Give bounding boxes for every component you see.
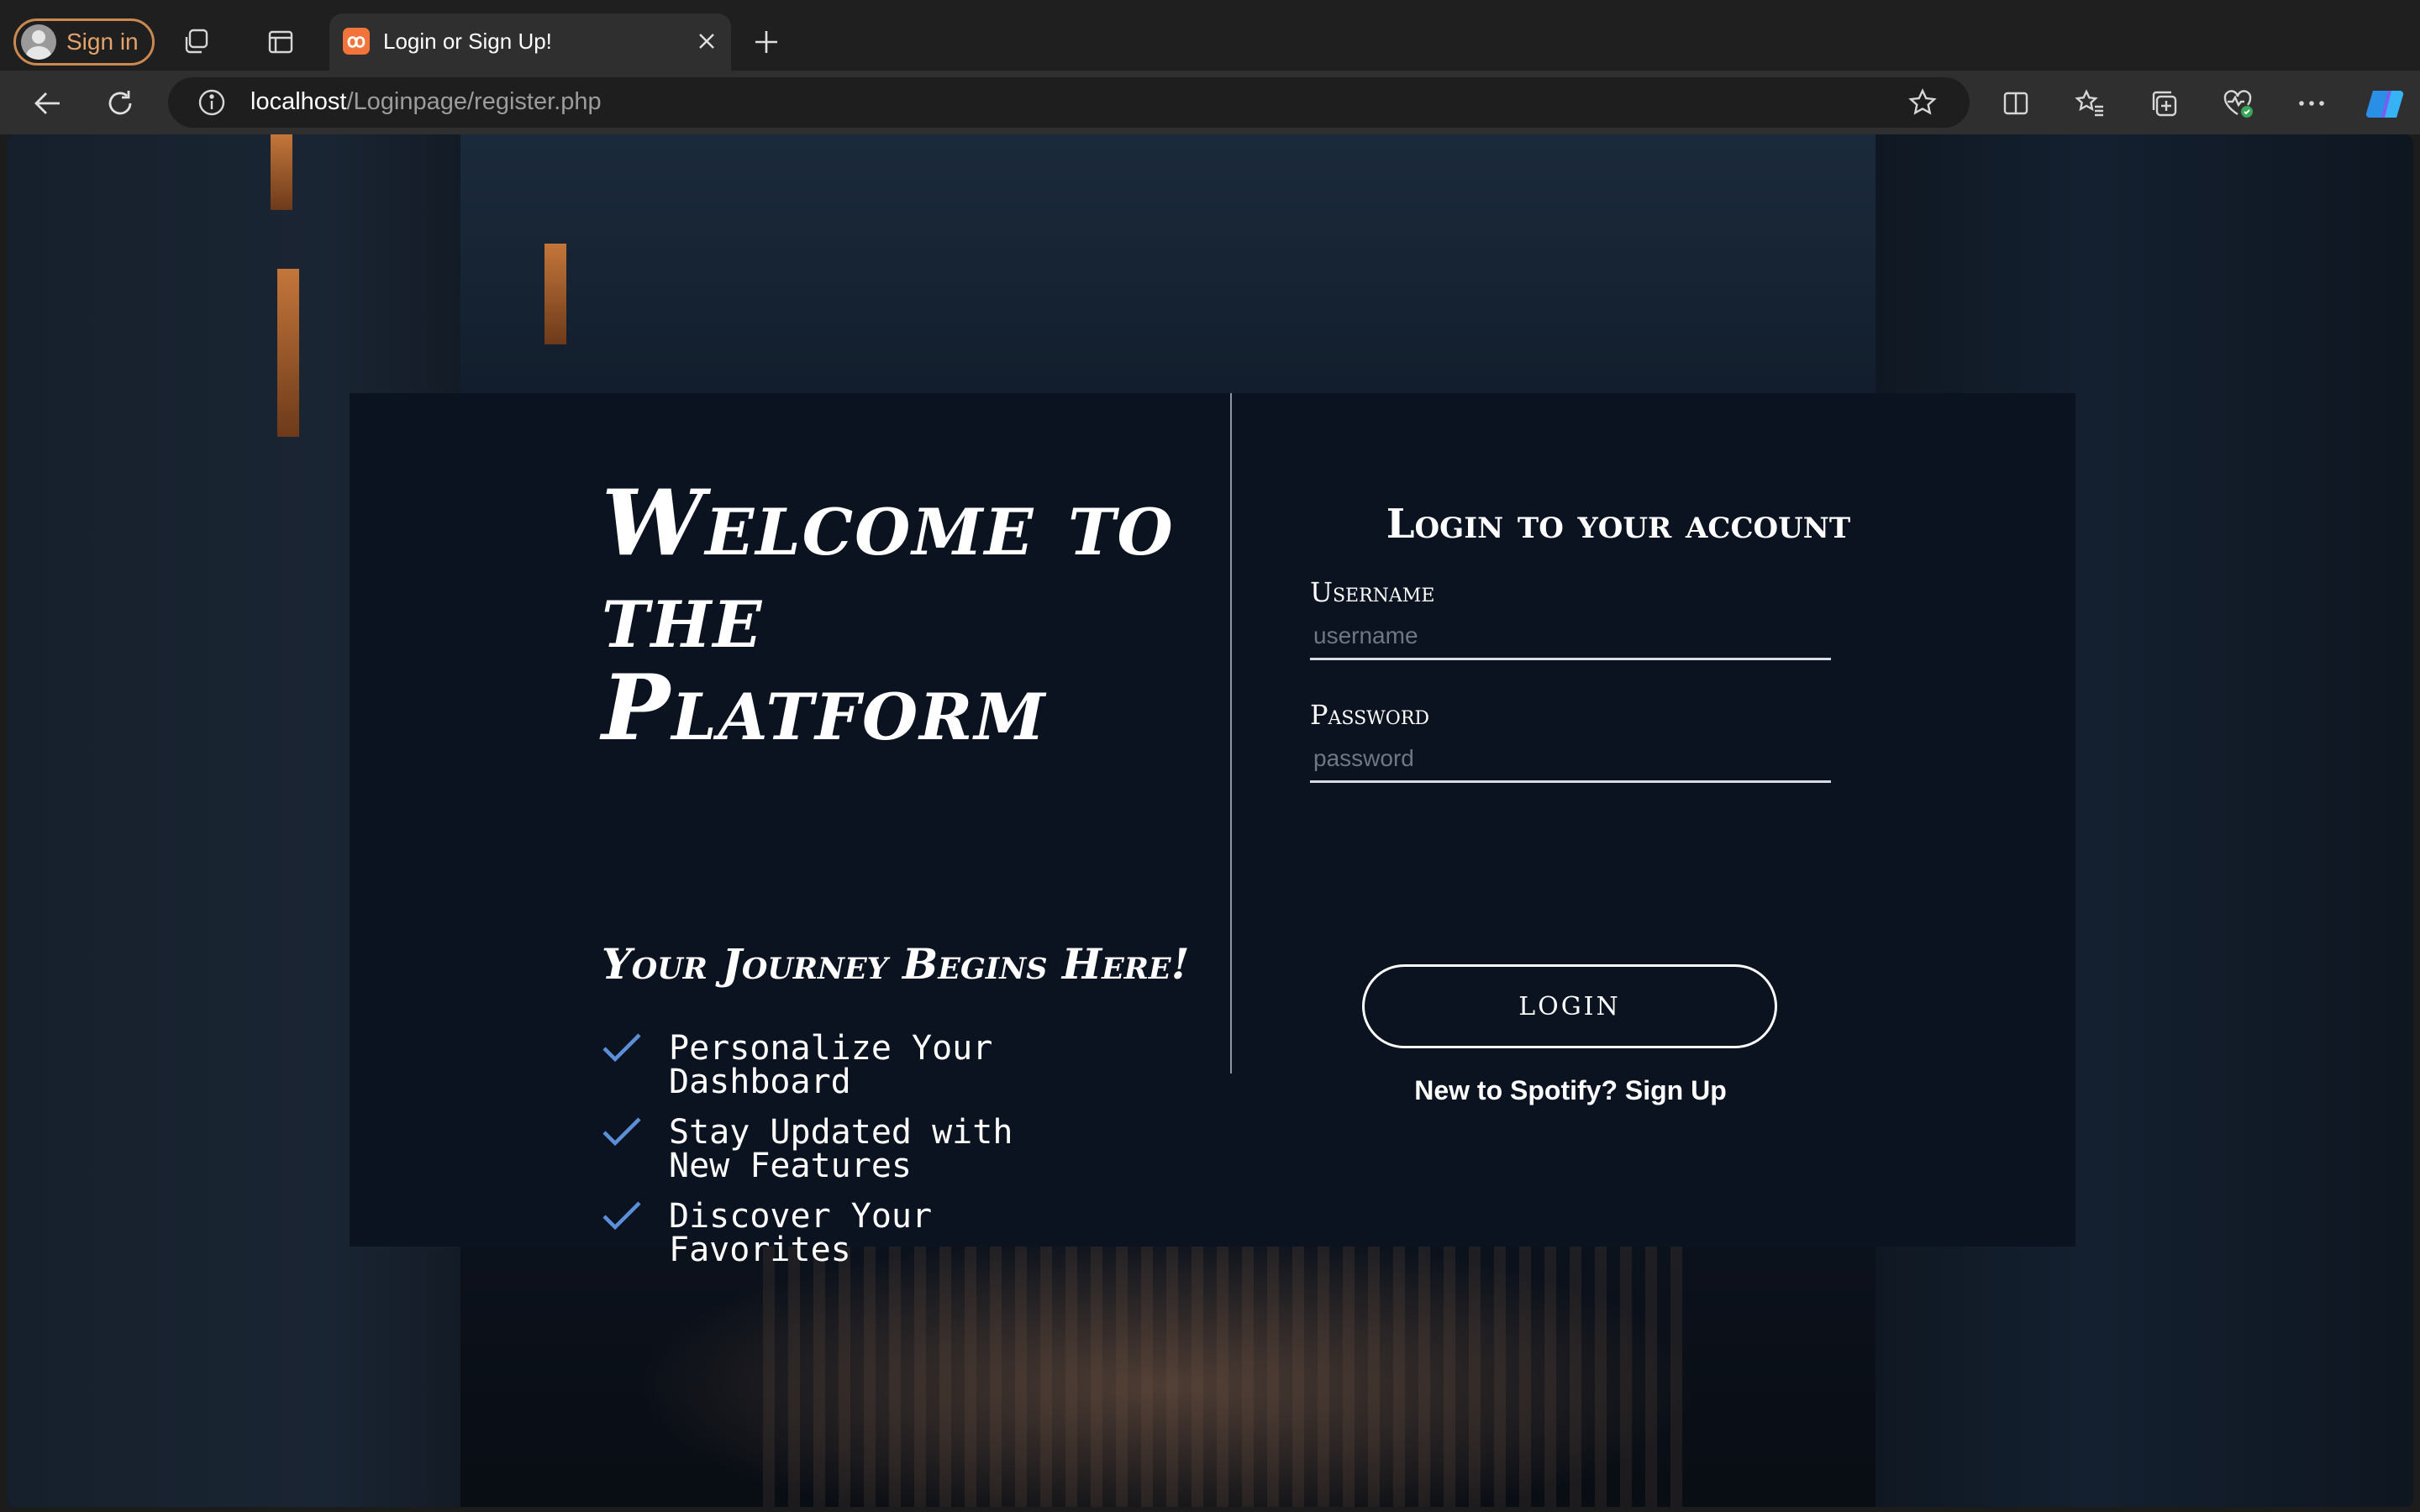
more-icon[interactable] (2294, 86, 2329, 121)
url-text[interactable]: localhost/Loginpage/register.php (250, 88, 602, 116)
address-bar[interactable]: localhost/Loginpage/register.php (168, 77, 1970, 128)
site-info-icon[interactable] (197, 87, 227, 118)
favorites-icon[interactable] (2072, 86, 2107, 121)
browser-toolbar: localhost/Loginpage/register.php (0, 71, 2420, 134)
profile-button[interactable]: Sign in (13, 18, 155, 66)
login-title: Login to your account (1386, 501, 1851, 548)
login-button[interactable]: LOGIN (1362, 964, 1777, 1048)
tab-active[interactable]: ꝏ Login or Sign Up! (329, 13, 731, 71)
url-path: /Loginpage/register.php (346, 88, 602, 115)
split-screen-icon[interactable] (1998, 86, 2033, 121)
new-tab-icon[interactable] (750, 25, 783, 59)
url-host: localhost (250, 88, 347, 115)
back-icon[interactable] (30, 86, 66, 121)
feature-item: Discover Your Favorites (602, 1200, 1072, 1267)
checkmark-icon (602, 1032, 642, 1071)
collections-icon[interactable] (2146, 86, 2181, 121)
signup-link[interactable]: New to Spotify? Sign Up (1310, 1075, 1831, 1106)
background-window-glow (277, 269, 299, 437)
tab-actions-icon[interactable] (264, 25, 297, 59)
feature-list: Personalize Your Dashboard Stay Updated … (602, 1032, 1190, 1284)
checkmark-icon (602, 1200, 642, 1239)
welcome-heading: Welcome to the Platform (602, 470, 1175, 761)
welcome-login-card: Welcome to the Platform Your Journey Beg… (350, 393, 2075, 1267)
feature-text: Personalize Your Dashboard (669, 1029, 993, 1101)
feature-item: Personalize Your Dashboard (602, 1032, 1072, 1099)
background-window-glow (544, 244, 566, 344)
card-divider (1230, 393, 1232, 1074)
feature-text: Discover Your Favorites (669, 1197, 933, 1269)
browser-tab-bar: Sign in ꝏ Login or Sign Up! (0, 0, 2420, 71)
xampp-favicon-icon: ꝏ (343, 28, 370, 55)
page-background: Welcome to the Platform Your Journey Beg… (7, 134, 2413, 1507)
background-window-glow (271, 134, 292, 210)
profile-label: Sign in (66, 29, 139, 55)
workspaces-icon[interactable] (180, 25, 213, 59)
tab-title: Login or Sign Up! (383, 29, 552, 54)
feature-text: Stay Updated with New Features (669, 1113, 1013, 1185)
avatar-icon (21, 24, 56, 60)
feature-item: Stay Updated with New Features (602, 1116, 1072, 1183)
username-input[interactable] (1310, 613, 1831, 660)
tagline: Your Journey Begins Here! (602, 939, 1190, 989)
favorite-star-icon[interactable] (1907, 87, 1938, 118)
copilot-icon[interactable] (2363, 82, 2407, 126)
refresh-icon[interactable] (103, 86, 138, 121)
password-input[interactable] (1310, 736, 1831, 783)
password-label: Password (1310, 699, 1430, 731)
checkmark-icon (602, 1116, 642, 1155)
username-label: Username (1310, 576, 1435, 608)
close-icon[interactable] (694, 29, 719, 54)
browser-essentials-icon[interactable] (2220, 86, 2255, 121)
